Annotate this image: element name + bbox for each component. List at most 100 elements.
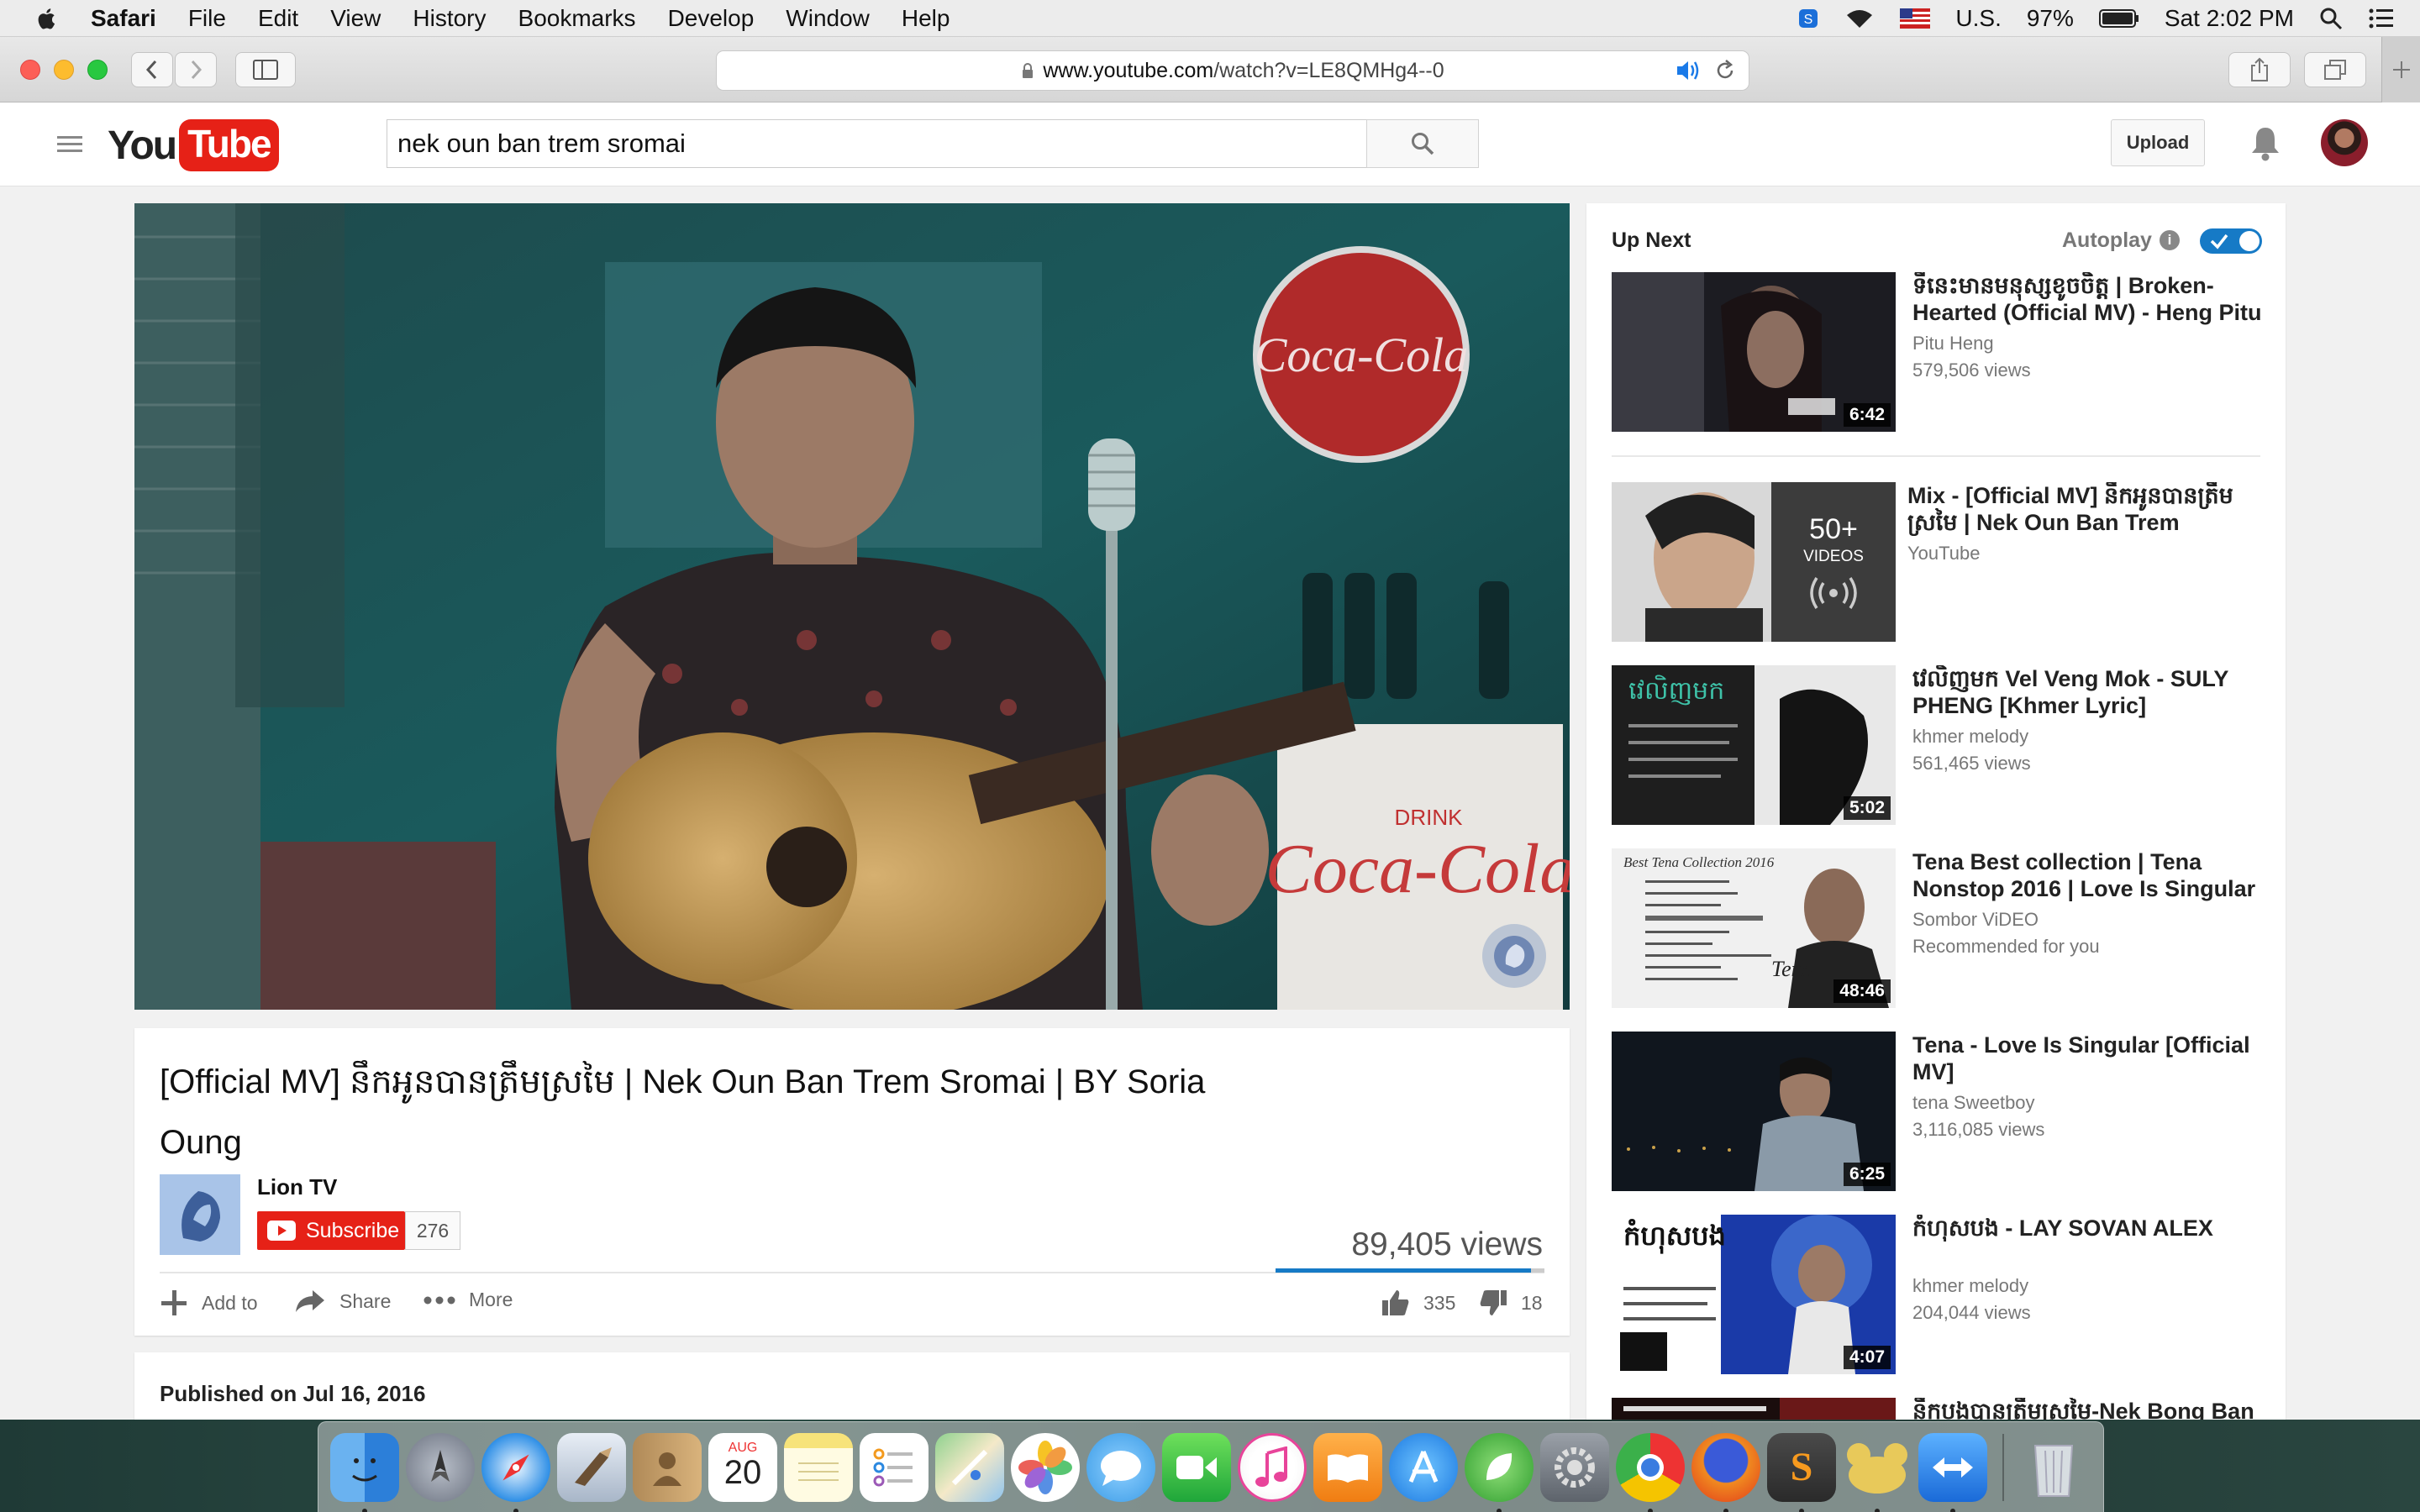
menu-history[interactable]: History: [413, 5, 486, 32]
address-bar[interactable]: www.youtube.com /watch?v=LE8QMHg4--0: [716, 50, 1749, 91]
thumbs-up-icon: [1382, 1290, 1409, 1315]
skype-status-icon[interactable]: S: [1797, 8, 1819, 29]
recommendation-thumbnail[interactable]: Best Tena Collection 2016 Tena 48:46: [1612, 848, 1896, 1008]
youtube-header: You Tube Upload: [0, 102, 2420, 186]
clock[interactable]: Sat 2:02 PM: [2165, 5, 2294, 32]
more-dots-icon: [424, 1296, 455, 1304]
share-icon: [2251, 57, 2268, 81]
ibooks-icon[interactable]: [1313, 1432, 1382, 1502]
recommendation-title[interactable]: Tena - Love Is Singular [Official MV]: [1912, 1032, 2265, 1085]
facetime-icon[interactable]: [1162, 1432, 1231, 1502]
recommendation-title[interactable]: កំហុសបង - LAY SOVAN ALEX: [1912, 1215, 2265, 1242]
menu-help[interactable]: Help: [902, 5, 950, 32]
menu-file[interactable]: File: [188, 5, 226, 32]
back-button[interactable]: [131, 52, 173, 87]
window-fullscreen-button[interactable]: [87, 60, 108, 80]
window-minimize-button[interactable]: [54, 60, 74, 80]
mail-icon[interactable]: [557, 1432, 626, 1502]
spotlight-search-icon[interactable]: [2319, 7, 2343, 30]
sourcetree-icon[interactable]: [1465, 1432, 1534, 1512]
growl-icon[interactable]: [1843, 1433, 1912, 1512]
add-to-button[interactable]: Add to: [160, 1289, 258, 1317]
more-label: More: [469, 1289, 513, 1310]
recommendation-mix-item[interactable]: 50+ VIDEOS Mix - [Official MV] នឹកអូនបាន…: [1612, 482, 2269, 642]
window-close-button[interactable]: [20, 60, 40, 80]
account-avatar[interactable]: [2321, 119, 2368, 166]
safari-icon[interactable]: [481, 1432, 550, 1512]
notifications-bell-icon[interactable]: [2249, 124, 2282, 161]
tabs-overview-button[interactable]: [2304, 52, 2366, 87]
app-store-icon[interactable]: [1389, 1432, 1458, 1502]
battery-icon[interactable]: [2098, 8, 2139, 29]
calendar-icon[interactable]: AUG 20: [708, 1432, 777, 1502]
notification-center-icon[interactable]: [2368, 8, 2395, 29]
recommendation-item[interactable]: វេលិញមក 5:02 វេលិញមក Vel Veng Mok - SULY…: [1612, 665, 2269, 825]
recommendation-item[interactable]: 6:25 Tena - Love Is Singular [Official M…: [1612, 1032, 2269, 1191]
new-tab-button[interactable]: [2381, 37, 2420, 102]
notes-icon[interactable]: [784, 1432, 853, 1502]
info-icon[interactable]: i: [2160, 230, 2180, 250]
maps-icon[interactable]: [935, 1432, 1004, 1502]
calendar-month: AUG: [728, 1440, 758, 1455]
channel-watermark-lion-icon[interactable]: [1482, 924, 1546, 988]
chrome-icon[interactable]: [1616, 1432, 1685, 1512]
recommendation-item[interactable]: កំហុសបង 4:07 កំហុសបង - LAY SOVAN ALEX kh…: [1612, 1215, 2269, 1374]
search-button[interactable]: [1366, 119, 1479, 168]
svg-text:Coca-Cola: Coca-Cola: [1255, 328, 1469, 382]
menu-safari[interactable]: Safari: [91, 5, 156, 32]
teamviewer-icon[interactable]: [1918, 1432, 1987, 1512]
finder-icon[interactable]: [330, 1432, 399, 1512]
messages-icon[interactable]: [1086, 1432, 1155, 1502]
trash-icon[interactable]: [2019, 1433, 2088, 1502]
itunes-icon[interactable]: [1238, 1432, 1307, 1502]
search-input[interactable]: [387, 119, 1366, 168]
reminders-icon[interactable]: [860, 1432, 929, 1502]
launchpad-icon[interactable]: [406, 1432, 475, 1502]
battery-percent[interactable]: 97%: [2027, 5, 2074, 32]
autoplay-toggle[interactable]: [2200, 228, 2262, 254]
separator: [1612, 455, 2260, 457]
audio-playing-icon[interactable]: [1675, 58, 1702, 83]
menu-edit[interactable]: Edit: [258, 5, 298, 32]
recommendation-thumbnail[interactable]: វេលិញមក 5:02: [1612, 665, 1896, 825]
us-flag-icon[interactable]: [1900, 8, 1931, 29]
youtube-logo[interactable]: You Tube: [108, 119, 279, 171]
forward-button[interactable]: [175, 52, 217, 87]
input-source-label[interactable]: U.S.: [1955, 5, 2001, 32]
menu-develop[interactable]: Develop: [668, 5, 755, 32]
apple-menu-icon[interactable]: [34, 5, 60, 32]
photos-icon[interactable]: [1011, 1432, 1080, 1502]
system-preferences-icon[interactable]: [1540, 1432, 1609, 1502]
firefox-icon[interactable]: [1691, 1432, 1760, 1512]
recommendation-thumbnail[interactable]: 50+ VIDEOS: [1612, 482, 1896, 642]
menu-window[interactable]: Window: [786, 5, 870, 32]
video-player[interactable]: Coca-Cola DRINK Coca-Cola: [134, 203, 1570, 1010]
recommendation-title[interactable]: Tena Best collection | Tena Nonstop 2016…: [1912, 848, 2265, 902]
menu-bookmarks[interactable]: Bookmarks: [518, 5, 636, 32]
wifi-icon[interactable]: [1844, 8, 1875, 29]
channel-name[interactable]: Lion TV: [257, 1174, 337, 1200]
contacts-icon[interactable]: [633, 1432, 702, 1502]
recommendation-title[interactable]: វេលិញមក Vel Veng Mok - SULY PHENG [Khmer…: [1912, 665, 2265, 719]
upload-button[interactable]: Upload: [2111, 119, 2205, 166]
recommendation-thumbnail[interactable]: កំហុសបង 4:07: [1612, 1215, 1896, 1374]
recommendation-thumbnail[interactable]: 6:42: [1612, 272, 1896, 432]
share-button[interactable]: Share: [294, 1289, 391, 1314]
sublime-text-icon[interactable]: S: [1767, 1432, 1836, 1512]
sidebar-toggle-button[interactable]: [235, 52, 296, 87]
share-toolbar-button[interactable]: [2228, 52, 2291, 87]
subscribe-button[interactable]: Subscribe: [257, 1211, 405, 1250]
dislike-button[interactable]: 18: [1479, 1289, 1543, 1317]
guide-menu-icon[interactable]: [57, 134, 82, 155]
video-duration: 5:02: [1843, 796, 1891, 820]
menu-view[interactable]: View: [330, 5, 381, 32]
more-button[interactable]: More: [424, 1289, 513, 1311]
like-button[interactable]: 335: [1381, 1289, 1455, 1317]
recommendation-item[interactable]: 6:42 ទីនេះមានមនុស្សខូចចិត្ត | Broken-Hea…: [1612, 272, 2269, 432]
recommendation-thumbnail[interactable]: 6:25: [1612, 1032, 1896, 1191]
recommendation-title[interactable]: Mix - [Official MV] នឹកអូនបានត្រឹមស្រមៃ …: [1907, 482, 2260, 536]
reload-icon[interactable]: [1713, 58, 1737, 83]
channel-avatar[interactable]: [160, 1174, 240, 1255]
recommendation-title[interactable]: ទីនេះមានមនុស្សខូចចិត្ត | Broken-Hearted …: [1912, 272, 2265, 326]
recommendation-item[interactable]: Best Tena Collection 2016 Tena 48:46 Tena…: [1612, 848, 2269, 1008]
